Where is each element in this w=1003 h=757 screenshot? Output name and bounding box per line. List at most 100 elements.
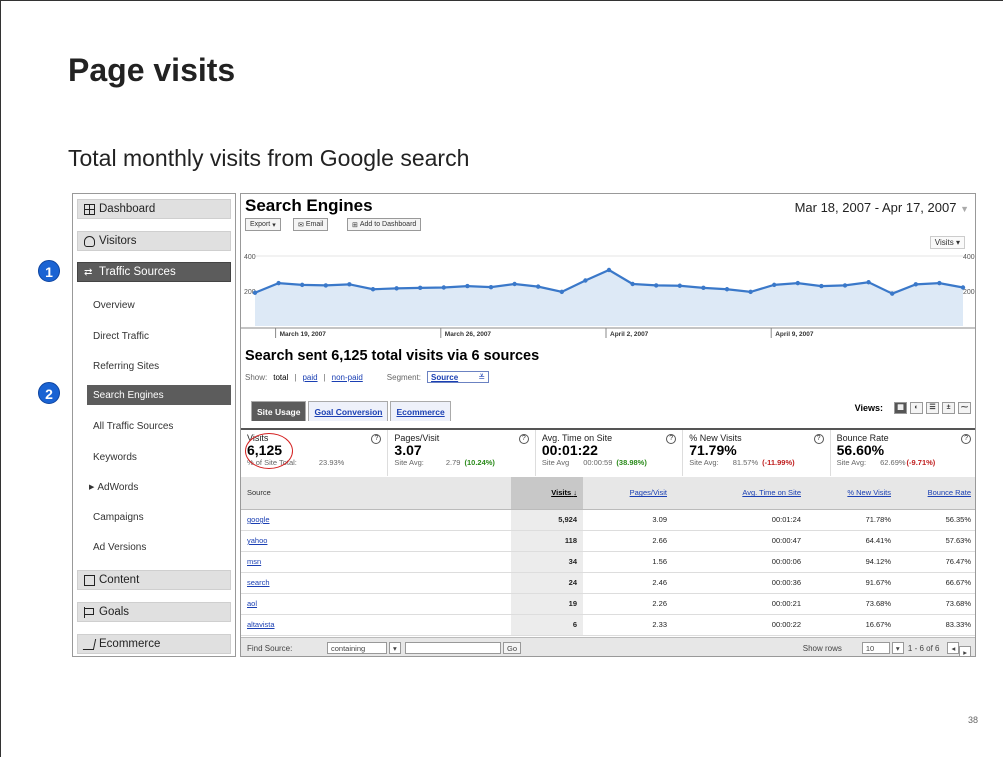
pivot-view-icon[interactable]: ⁓ (958, 402, 971, 414)
table-cell: 2.26 (583, 593, 673, 615)
match-type-select[interactable]: containing (327, 642, 387, 654)
help-icon[interactable]: ? (961, 434, 972, 444)
table-row: aol 19 2.26 00:00:21 73.68% 73.68% (241, 593, 975, 615)
nav-sub-direct-traffic[interactable]: Direct Traffic (87, 326, 231, 346)
show-rows-label: Show rows (802, 643, 842, 653)
views-switcher: Views: ▦ ◐ ☰ ± ⁓ (855, 402, 971, 414)
chevron-down-icon: ▼ (960, 204, 969, 214)
slide-title: Page visits (68, 52, 236, 88)
tab-goal-conversion[interactable]: Goal Conversion (308, 401, 389, 421)
summary-scorecards: Visits ? 6,125 % of Site Total: 23.93% P… (241, 428, 975, 476)
flag-icon (84, 606, 95, 618)
table-cell: 00:00:06 (673, 551, 807, 573)
date-range-picker[interactable]: Mar 18, 2007 - Apr 17, 2007 ▼ (795, 200, 969, 215)
x-tick-label: March 26, 2007 (445, 331, 492, 338)
segment-select[interactable]: Source ≚ (427, 371, 490, 383)
slide-subtitle: Total monthly visits from Google search (68, 145, 470, 171)
pie-view-icon[interactable]: ◐ (910, 402, 923, 414)
help-icon[interactable]: ? (813, 434, 824, 444)
email-button[interactable]: ✉ Email (293, 218, 329, 231)
source-link[interactable]: search (241, 572, 511, 594)
data-point (701, 285, 706, 291)
source-link[interactable]: yahoo (241, 530, 511, 552)
table-cell: 1.56 (583, 551, 673, 573)
table-cell: 64.41% (807, 530, 897, 552)
metric-dropdown-label: Visits (934, 238, 954, 247)
match-dropdown-arrow[interactable]: ▾ (389, 642, 401, 654)
source-link[interactable]: altavista (241, 614, 511, 636)
find-source-label: Find Source: (247, 643, 293, 653)
nav-sub-search-engines[interactable]: Search Engines (87, 385, 231, 405)
y-tick-label-right: 200 (963, 289, 975, 296)
rows-per-page-select[interactable]: 10 (861, 642, 890, 654)
nav-ecommerce[interactable]: Ecommerce (77, 634, 231, 654)
go-button[interactable]: Go (503, 642, 522, 654)
comparison-view-icon[interactable]: ± (942, 402, 955, 414)
content-box-icon (84, 574, 95, 586)
x-tick-label: April 2, 2007 (610, 331, 649, 338)
summary-value: 71.79% (689, 442, 737, 458)
rows-dropdown-arrow[interactable]: ▾ (891, 642, 904, 654)
source-link[interactable]: aol (241, 593, 511, 615)
data-point (772, 282, 777, 288)
show-paid-link[interactable]: paid (302, 373, 317, 382)
col-header-new-visits[interactable]: % New Visits (807, 477, 897, 510)
nav-dashboard[interactable]: Dashboard (77, 199, 231, 219)
nav-traffic-sources[interactable]: ⇄ Traffic Sources (77, 262, 231, 282)
nav-sub-ad-versions[interactable]: Ad Versions (87, 537, 231, 557)
tab-ecommerce[interactable]: Ecommerce (390, 401, 451, 421)
col-header-avg-time[interactable]: Avg. Time on Site (673, 477, 807, 510)
nav-visitors[interactable]: Visitors (77, 231, 231, 251)
show-non-paid-link[interactable]: non-paid (332, 373, 363, 382)
table-cell: 56.35% (897, 509, 975, 531)
col-header-visits[interactable]: Visits ↓ (511, 477, 583, 510)
data-point (276, 280, 281, 286)
expand-triangle-icon: ▶ (89, 484, 95, 491)
sort-down-icon: ↓ (573, 488, 577, 498)
tab-site-usage[interactable]: Site Usage (251, 401, 307, 421)
table-view-icon[interactable]: ▦ (894, 402, 907, 414)
views-label: Views: (854, 403, 883, 413)
export-button[interactable]: Export ▾ (245, 218, 281, 231)
prev-page-button[interactable]: ◂ (947, 642, 960, 654)
col-header-pages-visit[interactable]: Pages/Visit (583, 477, 673, 510)
table-cell: 34 (511, 551, 583, 573)
nav-sub-keywords[interactable]: Keywords (87, 447, 231, 467)
summary-value: 56.60% (836, 442, 885, 458)
col-header-visits-label: Visits (551, 488, 572, 498)
data-point (677, 283, 682, 288)
rows-per-page-value: 10 (865, 643, 875, 653)
source-link[interactable]: google (241, 509, 511, 531)
col-header-bounce-rate[interactable]: Bounce Rate (897, 477, 975, 510)
nav-sub-referring-sites[interactable]: Referring Sites (87, 356, 231, 376)
metric-dropdown[interactable]: Visits ▾ (929, 236, 965, 249)
next-page-button[interactable]: ▸ (959, 646, 971, 656)
nav-sub-all-traffic-sources[interactable]: All Traffic Sources (87, 416, 231, 436)
nav-sub-campaigns[interactable]: Campaigns (87, 507, 231, 527)
add-to-dashboard-button[interactable]: ⊞ Add to Dashboard (347, 218, 422, 231)
data-point (748, 289, 753, 295)
source-link[interactable]: msn (241, 551, 511, 573)
nav-content[interactable]: Content (77, 570, 231, 590)
nav-sub-adwords[interactable]: ▶ AdWords (87, 477, 231, 497)
help-icon[interactable]: ? (518, 434, 529, 444)
data-point (630, 281, 635, 287)
nav-goals[interactable]: Goals (77, 602, 231, 622)
x-tick-label: April 9, 2007 (775, 331, 814, 338)
table-row: msn 34 1.56 00:00:06 94.12% 76.47% (241, 551, 975, 573)
nav-sub-overview[interactable]: Overview (87, 295, 231, 315)
report-title: Search Engines (245, 196, 373, 215)
show-total[interactable]: total (273, 373, 288, 382)
table-cell: 2.33 (583, 614, 673, 636)
find-source-input[interactable] (405, 642, 501, 654)
nav-sub-label: AdWords (97, 481, 139, 493)
summary-avg: Site Avg: 2.79 (10.24%) (394, 458, 528, 467)
summary-avg-time: Avg. Time on Site ? 00:01:22 Site Avg 00… (536, 430, 684, 476)
separator: | (294, 372, 297, 382)
summary-new-visits: % New Visits ? 71.79% Site Avg: 81.57% (… (683, 430, 831, 476)
summary-value: 3.07 (394, 442, 422, 458)
data-point (441, 285, 446, 290)
summary-avg-label: Site Avg: (689, 458, 719, 467)
chevron-down-icon: ▾ (272, 221, 276, 229)
bar-view-icon[interactable]: ☰ (926, 402, 939, 414)
